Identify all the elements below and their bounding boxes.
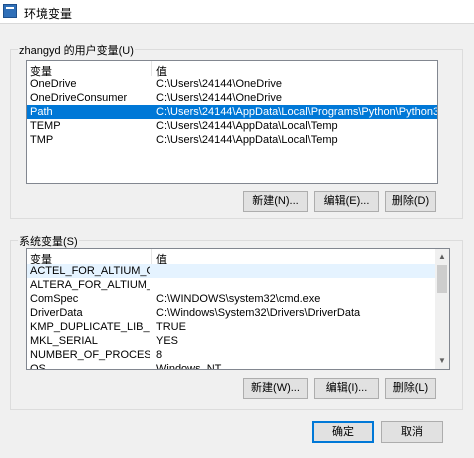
cancel-button[interactable]: 取消 <box>381 421 443 443</box>
variable-value: 8 <box>156 349 163 361</box>
user-variables-label: zhangyd 的用户变量(U) <box>18 42 135 58</box>
variable-name: MKL_SERIAL <box>30 335 98 347</box>
scroll-down-icon[interactable]: ▼ <box>435 353 449 369</box>
user-delete-button[interactable]: 删除(D) <box>385 191 436 212</box>
list-header: 变量 值 <box>27 61 437 78</box>
variable-name: OneDriveConsumer <box>30 92 128 104</box>
variable-name: Path <box>30 106 53 118</box>
table-row[interactable]: TEMP C:\Users\24144\AppData\Local\Temp <box>27 119 437 133</box>
table-row[interactable]: TMP C:\Users\24144\AppData\Local\Temp <box>27 133 437 147</box>
variable-value: C:\Users\24144\AppData\Local\Programs\Py… <box>156 106 438 118</box>
table-row[interactable]: OneDrive C:\Users\24144\OneDrive <box>27 77 437 91</box>
variable-name: ComSpec <box>30 293 79 305</box>
window-icon <box>3 4 17 18</box>
variable-name: ACTEL_FOR_ALTIUM_OVER... <box>30 265 150 277</box>
variable-value: C:\Users\24144\OneDrive <box>156 78 282 90</box>
table-row[interactable]: KMP_DUPLICATE_LIB_OK TRUE <box>27 320 435 334</box>
user-edit-button[interactable]: 编辑(E)... <box>314 191 379 212</box>
variable-value: C:\Users\24144\AppData\Local\Temp <box>156 134 338 146</box>
variable-name: OS <box>30 363 46 370</box>
variable-name: TEMP <box>30 120 61 132</box>
window-title: 环境变量 <box>24 7 73 21</box>
system-edit-button[interactable]: 编辑(I)... <box>314 378 379 399</box>
scrollbar-thumb[interactable] <box>437 265 447 293</box>
variable-value: TRUE <box>156 321 186 333</box>
scroll-up-icon[interactable]: ▲ <box>435 249 449 265</box>
title-bar: 环境变量 <box>0 0 474 24</box>
system-delete-button[interactable]: 删除(L) <box>385 378 436 399</box>
table-row[interactable]: ComSpec C:\WINDOWS\system32\cmd.exe <box>27 292 435 306</box>
table-row[interactable]: OneDriveConsumer C:\Users\24144\OneDrive <box>27 91 437 105</box>
table-row-selected[interactable]: Path C:\Users\24144\AppData\Local\Progra… <box>27 105 438 119</box>
table-row[interactable]: ALTERA_FOR_ALTIUM_OVE... <box>27 278 435 292</box>
variable-name: DriverData <box>30 307 83 319</box>
variable-name: TMP <box>30 134 54 146</box>
variable-value: Windows_NT <box>156 363 222 370</box>
table-row[interactable]: DriverData C:\Windows\System32\Drivers\D… <box>27 306 435 320</box>
table-row[interactable]: ACTEL_FOR_ALTIUM_OVER... <box>27 264 435 278</box>
table-row[interactable]: MKL_SERIAL YES <box>27 334 435 348</box>
variable-name: NUMBER_OF_PROCESSORS <box>30 349 150 361</box>
table-row[interactable]: NUMBER_OF_PROCESSORS 8 <box>27 348 435 362</box>
variable-name: ALTERA_FOR_ALTIUM_OVE... <box>30 279 150 291</box>
system-variables-label: 系统变量(S) <box>18 233 79 249</box>
system-list-scrollbar[interactable]: ▲ ▼ <box>435 249 449 369</box>
table-row[interactable]: OS Windows_NT <box>27 362 435 370</box>
variable-name: OneDrive <box>30 78 77 90</box>
variable-value: C:\Users\24144\OneDrive <box>156 92 282 104</box>
variable-name: KMP_DUPLICATE_LIB_OK <box>30 321 150 333</box>
system-new-button[interactable]: 新建(W)... <box>243 378 308 399</box>
variable-value: YES <box>156 335 179 347</box>
user-variables-list[interactable]: 变量 值 OneDrive C:\Users\24144\OneDrive On… <box>26 60 438 184</box>
system-variables-list[interactable]: 变量 值 ACTEL_FOR_ALTIUM_OVER... ALTERA_FOR… <box>26 248 450 370</box>
column-divider[interactable] <box>151 61 152 76</box>
list-header: 变量 值 <box>27 249 449 266</box>
variable-value: C:\Windows\System32\Drivers\DriverData <box>156 307 361 319</box>
user-new-button[interactable]: 新建(N)... <box>243 191 308 212</box>
ok-button[interactable]: 确定 <box>312 421 374 443</box>
column-divider[interactable] <box>151 249 152 264</box>
variable-value: C:\Users\24144\AppData\Local\Temp <box>156 120 338 132</box>
variable-value: C:\WINDOWS\system32\cmd.exe <box>156 293 321 305</box>
